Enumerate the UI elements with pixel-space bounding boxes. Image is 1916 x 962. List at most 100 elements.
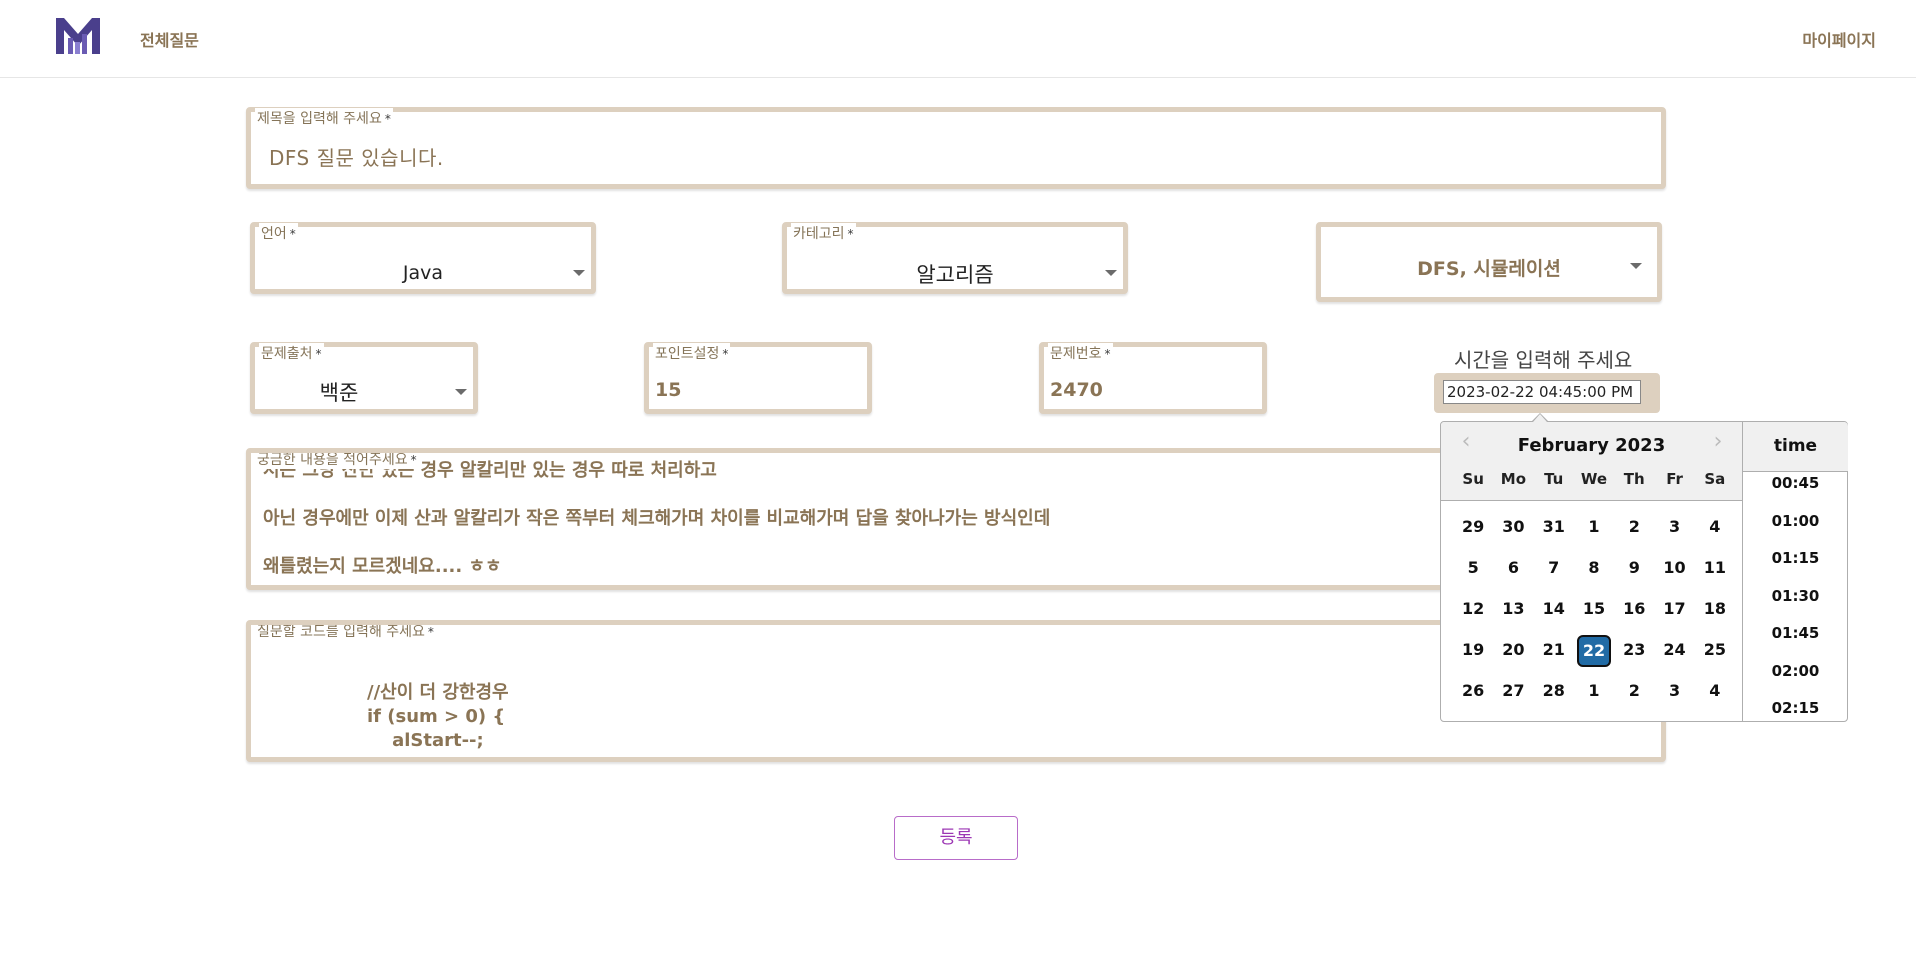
- language-select-value: Java: [402, 262, 444, 284]
- week-row: 26 27 28 1 2 3 4: [1453, 676, 1735, 717]
- content-line: 아닌 경우에만 이제 산과 알칼리가 작은 쪽부터 체크해가며 차이를 비교해가…: [263, 508, 1051, 529]
- time-option[interactable]: 01:15: [1743, 547, 1848, 585]
- time-option[interactable]: 01:30: [1743, 585, 1848, 623]
- day-number: 11: [1703, 558, 1726, 577]
- title-input[interactable]: DFS 질문 있습니다.: [269, 142, 444, 171]
- chevron-down-icon[interactable]: [573, 270, 585, 276]
- day-number: 25: [1703, 640, 1726, 659]
- day-number: 8: [1588, 558, 1600, 577]
- day-cell[interactable]: 15: [1574, 594, 1614, 635]
- day-cell[interactable]: 18: [1695, 594, 1735, 635]
- day-number: 12: [1462, 599, 1485, 618]
- code-line: alStart--;: [367, 730, 484, 751]
- top-navbar: 전체질문 마이페이지: [0, 0, 1916, 78]
- day-cell[interactable]: 6: [1493, 553, 1533, 594]
- problem-number-label: 문제번호 *: [1048, 343, 1113, 363]
- code-line: if (sum > 0) {: [367, 706, 506, 727]
- day-number: 2: [1628, 517, 1640, 536]
- day-number: 26: [1462, 681, 1485, 700]
- language-select-label: 언어 *: [259, 223, 298, 243]
- day-number: 20: [1502, 640, 1525, 659]
- weekday-label: Fr: [1666, 470, 1683, 488]
- day-cell[interactable]: 2: [1614, 512, 1654, 553]
- content-textarea[interactable]: 서는 그냥 산만 있는 경우 알칼리만 있는 경우 따로 처리하고 아닌 경우에…: [263, 460, 1051, 585]
- day-cell[interactable]: 27: [1493, 676, 1533, 717]
- tag-select-value: DFS, 시뮬레이션: [1417, 258, 1561, 280]
- code-textarea[interactable]: //산이 더 강한경우 if (sum > 0) { alStart--;: [367, 681, 509, 753]
- day-cell[interactable]: 24: [1654, 635, 1694, 676]
- day-cell[interactable]: 1: [1574, 512, 1614, 553]
- logo-icon[interactable]: [56, 18, 100, 54]
- day-cell[interactable]: 31: [1534, 512, 1574, 553]
- weekday-label: Th: [1623, 470, 1645, 488]
- time-option[interactable]: 02:00: [1743, 660, 1848, 698]
- day-cell[interactable]: 9: [1614, 553, 1654, 594]
- time-list[interactable]: 00:45 01:00 01:15 01:30 01:45 02:00 02:15: [1743, 472, 1848, 721]
- time-option[interactable]: 02:15: [1743, 697, 1848, 721]
- day-cell[interactable]: 3: [1654, 676, 1694, 717]
- day-cell[interactable]: 17: [1654, 594, 1694, 635]
- tag-select[interactable]: DFS, 시뮬레이션: [1316, 222, 1662, 302]
- day-cell-selected[interactable]: 22: [1574, 635, 1614, 676]
- day-cell[interactable]: 13: [1493, 594, 1533, 635]
- category-select[interactable]: 카테고리 * 알고리즘: [782, 222, 1128, 294]
- day-cell[interactable]: 14: [1534, 594, 1574, 635]
- day-number: 22: [1576, 635, 1611, 667]
- datepicker-header: ‹ February 2023 › Su Mo Tu We Th Fr Sa: [1441, 422, 1742, 501]
- chevron-down-icon[interactable]: [1105, 270, 1117, 276]
- problem-number-input[interactable]: 2470: [1050, 379, 1103, 401]
- datepicker: ‹ February 2023 › Su Mo Tu We Th Fr Sa 29 30 31 1…: [1440, 421, 1848, 722]
- nav-mypage[interactable]: 마이페이지: [1802, 27, 1876, 51]
- points-input[interactable]: 15: [655, 379, 681, 401]
- day-cell[interactable]: 11: [1695, 553, 1735, 594]
- day-cell[interactable]: 5: [1453, 553, 1493, 594]
- time-option[interactable]: 00:45: [1743, 472, 1848, 510]
- title-field[interactable]: 제목을 입력해 주세요 * DFS 질문 있습니다.: [246, 107, 1666, 189]
- day-cell[interactable]: 23: [1614, 635, 1654, 676]
- day-cell[interactable]: 12: [1453, 594, 1493, 635]
- day-cell[interactable]: 2: [1614, 676, 1654, 717]
- week-row: 29 30 31 1 2 3 4: [1453, 512, 1735, 553]
- day-number: 5: [1467, 558, 1479, 577]
- time-option[interactable]: 01:45: [1743, 622, 1848, 660]
- day-number: 17: [1663, 599, 1686, 618]
- day-cell[interactable]: 30: [1493, 512, 1533, 553]
- day-cell[interactable]: 10: [1654, 553, 1694, 594]
- day-cell[interactable]: 1: [1574, 676, 1614, 717]
- day-cell[interactable]: 8: [1574, 553, 1614, 594]
- day-number: 13: [1502, 599, 1525, 618]
- day-cell[interactable]: 29: [1453, 512, 1493, 553]
- time-input[interactable]: [1443, 380, 1641, 404]
- source-select-value: 백준: [319, 381, 359, 405]
- day-number: 10: [1663, 558, 1686, 577]
- day-number: 28: [1542, 681, 1565, 700]
- day-cell[interactable]: 28: [1534, 676, 1574, 717]
- day-cell[interactable]: 3: [1654, 512, 1694, 553]
- time-option[interactable]: 01:00: [1743, 510, 1848, 548]
- day-cell[interactable]: 16: [1614, 594, 1654, 635]
- problem-number-field[interactable]: 문제번호 * 2470: [1039, 342, 1267, 414]
- chevron-right-icon[interactable]: ›: [1708, 431, 1728, 453]
- day-cell[interactable]: 26: [1453, 676, 1493, 717]
- datepicker-calendar: ‹ February 2023 › Su Mo Tu We Th Fr Sa 29 30 31 1…: [1441, 422, 1742, 721]
- day-cell[interactable]: 20: [1493, 635, 1533, 676]
- day-cell[interactable]: 7: [1534, 553, 1574, 594]
- source-select-label: 문제출처 *: [259, 343, 324, 363]
- time-field: [1434, 373, 1660, 413]
- day-cell[interactable]: 4: [1695, 676, 1735, 717]
- submit-button[interactable]: 등록: [894, 816, 1018, 860]
- day-cell[interactable]: 19: [1453, 635, 1493, 676]
- day-cell[interactable]: 4: [1695, 512, 1735, 553]
- nav-all-questions[interactable]: 전체질문: [140, 27, 199, 51]
- points-field[interactable]: 포인트설정 * 15: [644, 342, 872, 414]
- title-field-label: 제목을 입력해 주세요 *: [255, 108, 393, 128]
- day-number: 7: [1548, 558, 1560, 577]
- chevron-down-icon[interactable]: [1630, 263, 1642, 269]
- day-number: 2: [1628, 681, 1640, 700]
- day-cell[interactable]: 21: [1534, 635, 1574, 676]
- day-cell[interactable]: 25: [1695, 635, 1735, 676]
- source-select[interactable]: 문제출처 * 백준: [250, 342, 478, 414]
- chevron-down-icon[interactable]: [455, 389, 467, 395]
- language-select[interactable]: 언어 * Java: [250, 222, 596, 294]
- points-field-label: 포인트설정 *: [653, 343, 731, 363]
